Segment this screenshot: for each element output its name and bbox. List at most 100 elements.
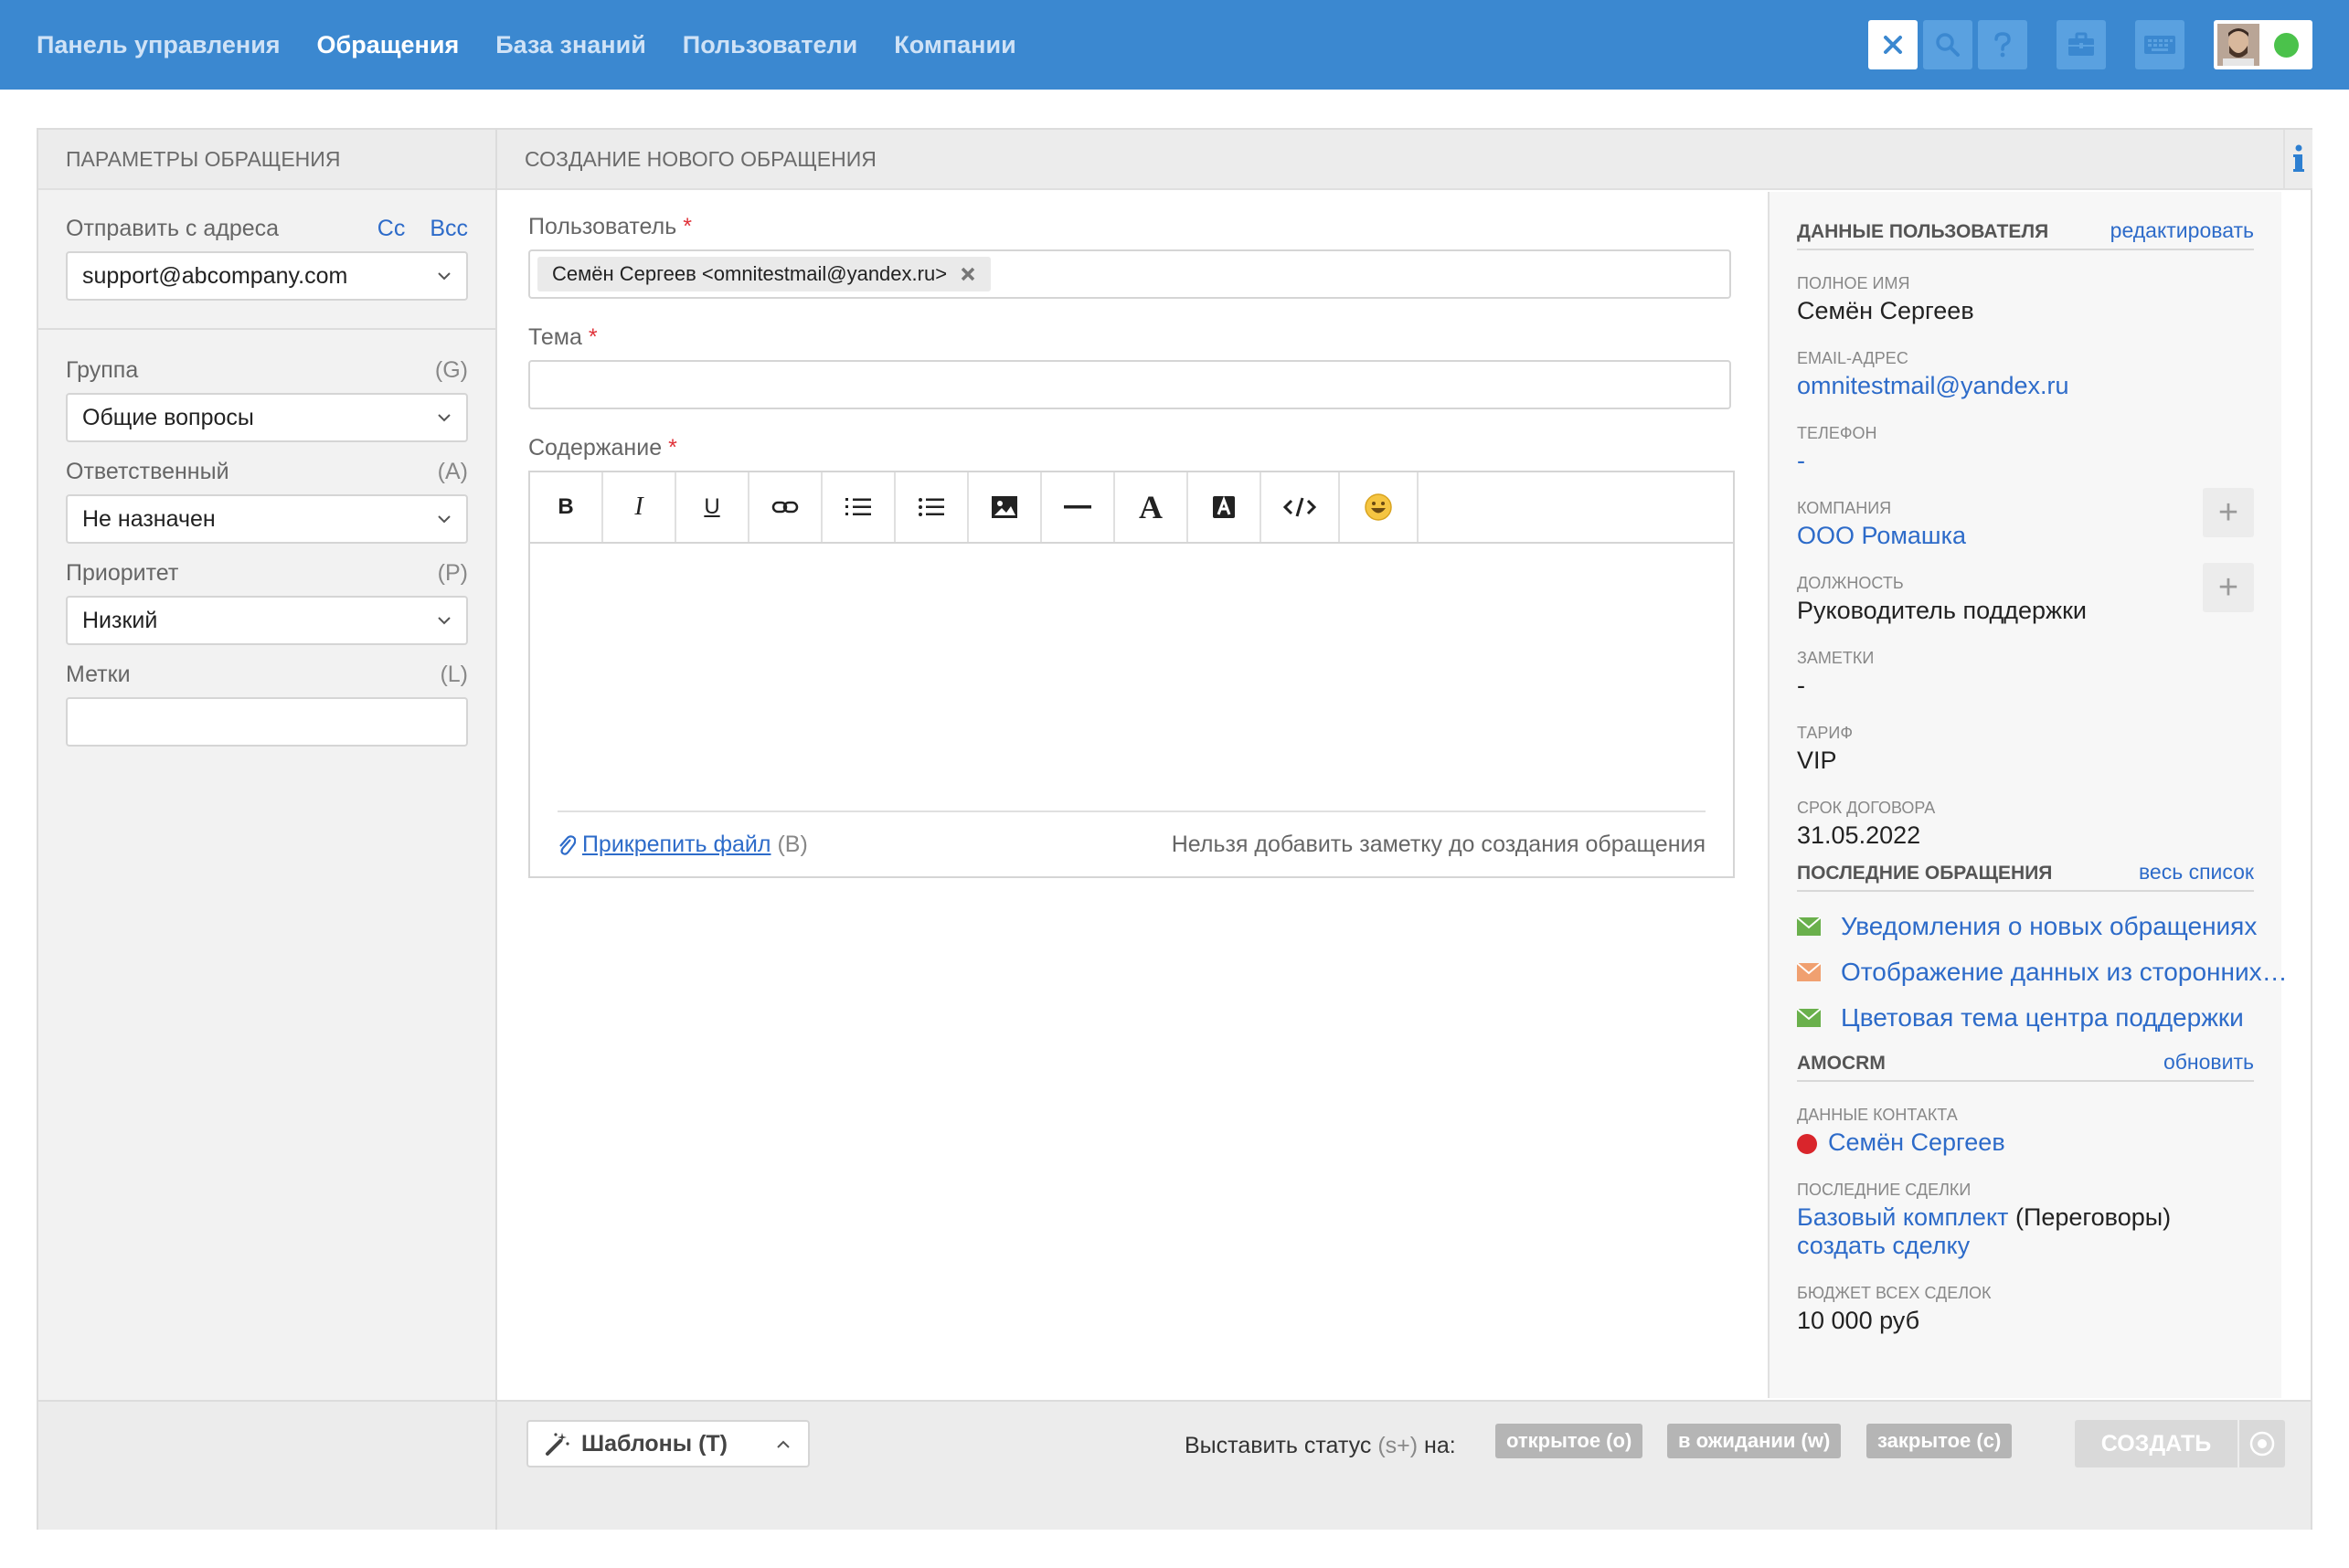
- amocrm-header: AMOCRM обновить: [1797, 1033, 2254, 1082]
- tags-hotkey: (L): [440, 662, 468, 687]
- bold-button[interactable]: B: [530, 472, 603, 542]
- crm-contact-link[interactable]: Семён Сергеев: [1828, 1128, 2005, 1156]
- all-tickets-link[interactable]: весь список: [2139, 860, 2254, 885]
- refresh-amocrm-link[interactable]: обновить: [2163, 1050, 2254, 1075]
- plus-icon: +: [2217, 567, 2239, 607]
- ticket-create-frame: ПАРАМЕТРЫ ОБРАЩЕНИЯ Отправить с адреса C…: [37, 128, 2312, 1530]
- link-button[interactable]: [749, 472, 823, 542]
- priority-hotkey: (P): [437, 560, 468, 586]
- italic-button[interactable]: I: [603, 472, 676, 542]
- tariff-value: VIP: [1797, 747, 1837, 774]
- nav-dashboard[interactable]: Панель управления: [37, 31, 281, 59]
- create-options-button[interactable]: [2237, 1420, 2285, 1467]
- font-color-button[interactable]: A: [1115, 472, 1188, 542]
- group-label: Группа: [66, 357, 139, 383]
- cc-link[interactable]: Cc: [377, 216, 406, 241]
- assignee-label: Ответственный: [66, 459, 229, 484]
- field-caption: ТЕЛЕФОН: [1797, 424, 1877, 442]
- company-value[interactable]: ООО Ромашка: [1797, 522, 2254, 550]
- create-ticket-button[interactable]: СОЗДАТЬ: [2075, 1420, 2237, 1467]
- code-button[interactable]: [1261, 472, 1340, 542]
- attach-hotkey: (B): [777, 831, 808, 857]
- envelope-icon: [1797, 917, 1821, 936]
- bottom-action-bar: Шаблоны (T) Выставить статус (s+) на: от…: [38, 1400, 2311, 1530]
- assignee-hotkey: (A): [437, 459, 468, 484]
- info-button[interactable]: [2283, 130, 2312, 190]
- priority-select[interactable]: Низкий: [66, 596, 468, 645]
- tags-label: Метки: [66, 662, 131, 687]
- insert-image-button[interactable]: [969, 472, 1042, 542]
- font-background-icon: [1213, 495, 1235, 518]
- close-icon: [1884, 36, 1902, 54]
- create-deal-link[interactable]: создать сделку: [1797, 1232, 2254, 1260]
- emoji-button[interactable]: [1340, 472, 1419, 542]
- crm-deal-link[interactable]: Базовый комплект: [1797, 1203, 2008, 1231]
- keyboard-icon: [2144, 36, 2175, 54]
- status-hotkey: (s+): [1377, 1433, 1419, 1458]
- user-info-sidebar: ДАННЫЕ ПОЛЬЗОВАТЕЛЯ редактировать ПОЛНОЕ…: [1768, 192, 2288, 1398]
- underline-icon: U: [704, 494, 720, 519]
- recent-ticket-item[interactable]: Цветовая тема центра поддержки: [1797, 1003, 2254, 1033]
- underline-button[interactable]: U: [676, 472, 749, 542]
- envelope-icon: [1797, 1009, 1821, 1027]
- rich-text-editor[interactable]: B I U A Прикрепить файл (B) Нельзя добав…: [528, 471, 1735, 878]
- add-email-button[interactable]: +: [2203, 488, 2254, 537]
- from-address-label: Отправить с адреса: [66, 216, 280, 241]
- note-disabled-text: Нельзя добавить заметку до создания обра…: [1171, 831, 1706, 857]
- help-button[interactable]: [1978, 20, 2027, 69]
- user-field[interactable]: Семён Сергеев <omnitestmail@yandex.ru>: [528, 249, 1731, 299]
- user-menu[interactable]: [2214, 20, 2312, 69]
- link-icon: [771, 501, 799, 514]
- field-caption: КОМПАНИЯ: [1797, 499, 1892, 517]
- field-caption: ПОЛНОЕ ИМЯ: [1797, 274, 1910, 292]
- divider: [38, 328, 495, 330]
- bullet-list-button[interactable]: [896, 472, 969, 542]
- templates-button[interactable]: Шаблоны (T): [526, 1420, 810, 1467]
- position-value: Руководитель поддержки: [1797, 597, 2087, 624]
- bold-icon: B: [558, 494, 574, 519]
- attach-file-link[interactable]: Прикрепить файл: [582, 832, 771, 857]
- plus-icon: +: [2217, 493, 2239, 532]
- group-hotkey: (G): [434, 357, 468, 383]
- info-icon: [2293, 144, 2304, 172]
- subject-input[interactable]: [528, 360, 1731, 409]
- apps-button[interactable]: [2057, 20, 2106, 69]
- nav-knowledge-base[interactable]: База знаний: [495, 31, 646, 59]
- recent-ticket-item[interactable]: Отображение данных из сторонних…: [1797, 958, 2288, 987]
- numbered-list-icon: [845, 498, 871, 515]
- user-tag: Семён Сергеев <omnitestmail@yandex.ru>: [537, 257, 992, 291]
- horizontal-rule-button[interactable]: [1042, 472, 1115, 542]
- assignee-select[interactable]: Не назначен: [66, 494, 468, 544]
- group-select[interactable]: Общие вопросы: [66, 393, 468, 442]
- editor-toolbar: B I U A: [530, 472, 1733, 544]
- font-background-button[interactable]: [1188, 472, 1261, 542]
- field-caption: ЗАМЕТКИ: [1797, 649, 1875, 667]
- remove-tag-icon[interactable]: [960, 266, 976, 282]
- bcc-link[interactable]: Bcc: [430, 216, 468, 241]
- edit-user-link[interactable]: редактировать: [2110, 218, 2254, 243]
- phone-value[interactable]: -: [1797, 447, 2254, 475]
- nav-users[interactable]: Пользователи: [683, 31, 857, 59]
- nav-tickets[interactable]: Обращения: [317, 31, 460, 59]
- search-button[interactable]: [1923, 20, 1972, 69]
- nav-companies[interactable]: Компании: [894, 31, 1015, 59]
- italic-icon: I: [634, 493, 643, 521]
- from-address-select[interactable]: support@abcompany.com: [66, 251, 468, 301]
- add-phone-button[interactable]: +: [2203, 563, 2254, 612]
- status-closed-button[interactable]: закрытое (c): [1866, 1424, 2013, 1458]
- status-open-button[interactable]: открытое (o): [1495, 1424, 1643, 1458]
- close-button[interactable]: [1868, 20, 1918, 69]
- field-caption: БЮДЖЕТ ВСЕХ СДЕЛОК: [1797, 1284, 1992, 1302]
- tags-input[interactable]: [66, 697, 468, 747]
- field-caption: EMAIL-АДРЕС: [1797, 349, 1908, 367]
- hotkeys-button[interactable]: [2135, 20, 2184, 69]
- status-pending-button[interactable]: в ожидании (w): [1667, 1424, 1842, 1458]
- chevron-down-icon: [438, 515, 451, 524]
- recent-ticket-item[interactable]: Уведомления о новых обращениях: [1797, 912, 2257, 941]
- briefcase-icon: [2068, 32, 2094, 56]
- required-mark: *: [668, 435, 677, 461]
- numbered-list-button[interactable]: [823, 472, 896, 542]
- email-value[interactable]: omnitestmail@yandex.ru: [1797, 372, 2254, 400]
- envelope-icon: [1797, 963, 1821, 981]
- editor-footer: Прикрепить файл (B) Нельзя добавить заме…: [558, 810, 1706, 876]
